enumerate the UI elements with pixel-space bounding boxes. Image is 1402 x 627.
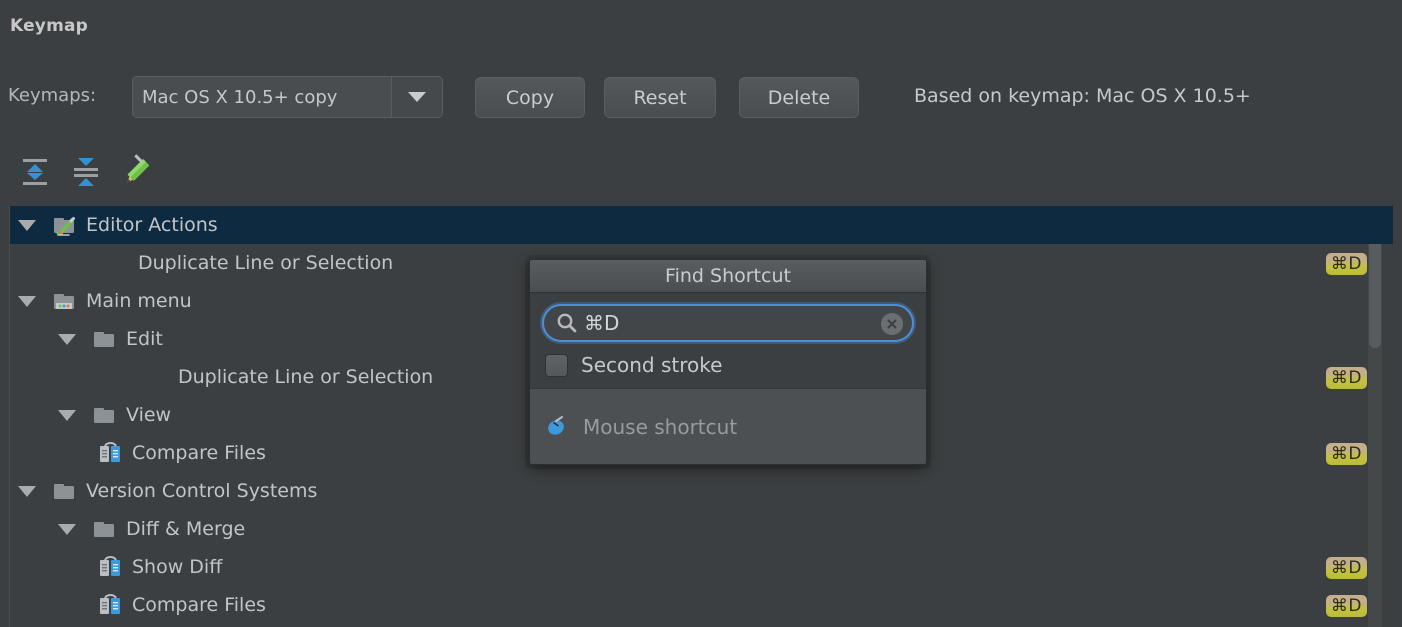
based-on-keymap-label: Based on keymap: Mac OS X 10.5+ (914, 85, 1251, 107)
folder-icon (92, 403, 118, 427)
folder-icon (52, 479, 78, 503)
keymap-select-arrow-button[interactable] (391, 77, 442, 117)
tree-toolbar (0, 148, 1402, 339)
chevron-down-icon[interactable] (18, 485, 36, 497)
tree-row-label: Edit (126, 328, 163, 350)
tree-row[interactable]: Diff & Merge (10, 510, 1393, 548)
clear-shortcut-icon[interactable] (881, 313, 903, 335)
tree-row-label: View (126, 404, 172, 426)
second-stroke-checkbox[interactable] (545, 353, 568, 377)
tree-row-label: Show Diff (132, 556, 223, 578)
compare-files-icon (98, 593, 124, 617)
tree-row-label: Editor Actions (86, 214, 218, 236)
tree-row-label: Compare Files (132, 594, 266, 616)
tree-row-content: Show Diff (10, 555, 222, 579)
tree-row-label: Duplicate Line or Selection (178, 366, 434, 388)
mouse-shortcut-label: Mouse shortcut (583, 414, 738, 439)
edit-pencil-icon[interactable] (118, 153, 156, 191)
chevron-down-icon[interactable] (18, 219, 36, 231)
main-menu-folder-icon (52, 289, 78, 313)
expand-all-icon[interactable] (16, 153, 54, 191)
compare-files-icon (98, 555, 124, 579)
tree-row-content: Duplicate Line or Selection (10, 366, 433, 388)
chevron-down-icon (408, 92, 426, 102)
shortcut-badge[interactable]: ⌘D (1325, 595, 1367, 617)
tree-row-label: Compare Files (132, 442, 266, 464)
tree-row-label: Version Control Systems (86, 480, 318, 502)
shortcut-badge[interactable]: ⌘D (1325, 443, 1367, 465)
mouse-icon (545, 412, 571, 442)
tree-row-content: Duplicate Line or Selection (10, 252, 393, 274)
folder-icon (92, 327, 118, 351)
shortcut-badge[interactable]: ⌘D (1325, 253, 1367, 275)
copy-button[interactable]: Copy (475, 77, 585, 118)
tree-row-content: View (10, 403, 171, 427)
shortcut-badge[interactable]: ⌘D (1325, 367, 1367, 389)
tree-row[interactable]: Editor Actions (10, 206, 1393, 244)
tree-row[interactable]: Version Control Systems (10, 472, 1393, 510)
find-shortcut-popup-title: Find Shortcut (530, 260, 926, 293)
tree-row-content: Compare Files (10, 441, 266, 465)
compare-files-icon (98, 441, 124, 465)
search-icon (556, 312, 578, 334)
tree-row[interactable]: Compare Files ⌘D (10, 586, 1393, 624)
tree-row-content: Compare Files (10, 593, 266, 617)
collapse-all-icon[interactable] (67, 153, 105, 191)
folder-icon (92, 517, 118, 541)
keymaps-label: Keymaps: (8, 85, 97, 106)
tree-row-content: Edit (10, 327, 163, 351)
tree-row[interactable]: Show Diff ⌘D (10, 548, 1393, 586)
tree-row-content: Editor Actions (10, 213, 218, 237)
find-shortcut-popup: Find Shortcut ⌘D Second stroke Mouse sho… (529, 259, 927, 465)
find-shortcut-popup-body: ⌘D Second stroke (530, 293, 926, 388)
keymap-settings-page: Keymap Keymaps: Mac OS X 10.5+ copy Copy… (0, 0, 1402, 627)
mouse-shortcut-row[interactable]: Mouse shortcut (530, 388, 926, 464)
tree-row-content: Version Control Systems (10, 479, 317, 503)
chevron-down-icon[interactable] (58, 333, 76, 345)
chevron-down-icon[interactable] (58, 409, 76, 421)
shortcut-search-value: ⌘D (584, 311, 620, 335)
tree-row-label: Duplicate Line or Selection (138, 252, 394, 274)
second-stroke-row[interactable]: Second stroke (542, 342, 914, 388)
delete-button[interactable]: Delete (739, 77, 859, 118)
reset-button[interactable]: Reset (604, 77, 716, 118)
keymap-select-value: Mac OS X 10.5+ copy (142, 86, 338, 108)
tree-row-label: Diff & Merge (126, 518, 246, 540)
keymaps-row: Keymaps: Mac OS X 10.5+ copy Copy Reset … (0, 76, 1402, 120)
shortcut-badge[interactable]: ⌘D (1325, 557, 1367, 579)
shortcut-search-input[interactable]: ⌘D (542, 304, 914, 342)
chevron-down-icon[interactable] (18, 295, 36, 307)
tree-row-content: Diff & Merge (10, 517, 245, 541)
tree-row-label: Main menu (86, 290, 192, 312)
editor-actions-folder-icon (52, 213, 78, 237)
page-title: Keymap (10, 16, 89, 36)
tree-row-content: Main menu (10, 289, 192, 313)
keymap-select[interactable]: Mac OS X 10.5+ copy (132, 76, 443, 118)
second-stroke-label: Second stroke (581, 353, 723, 377)
chevron-down-icon[interactable] (58, 523, 76, 535)
